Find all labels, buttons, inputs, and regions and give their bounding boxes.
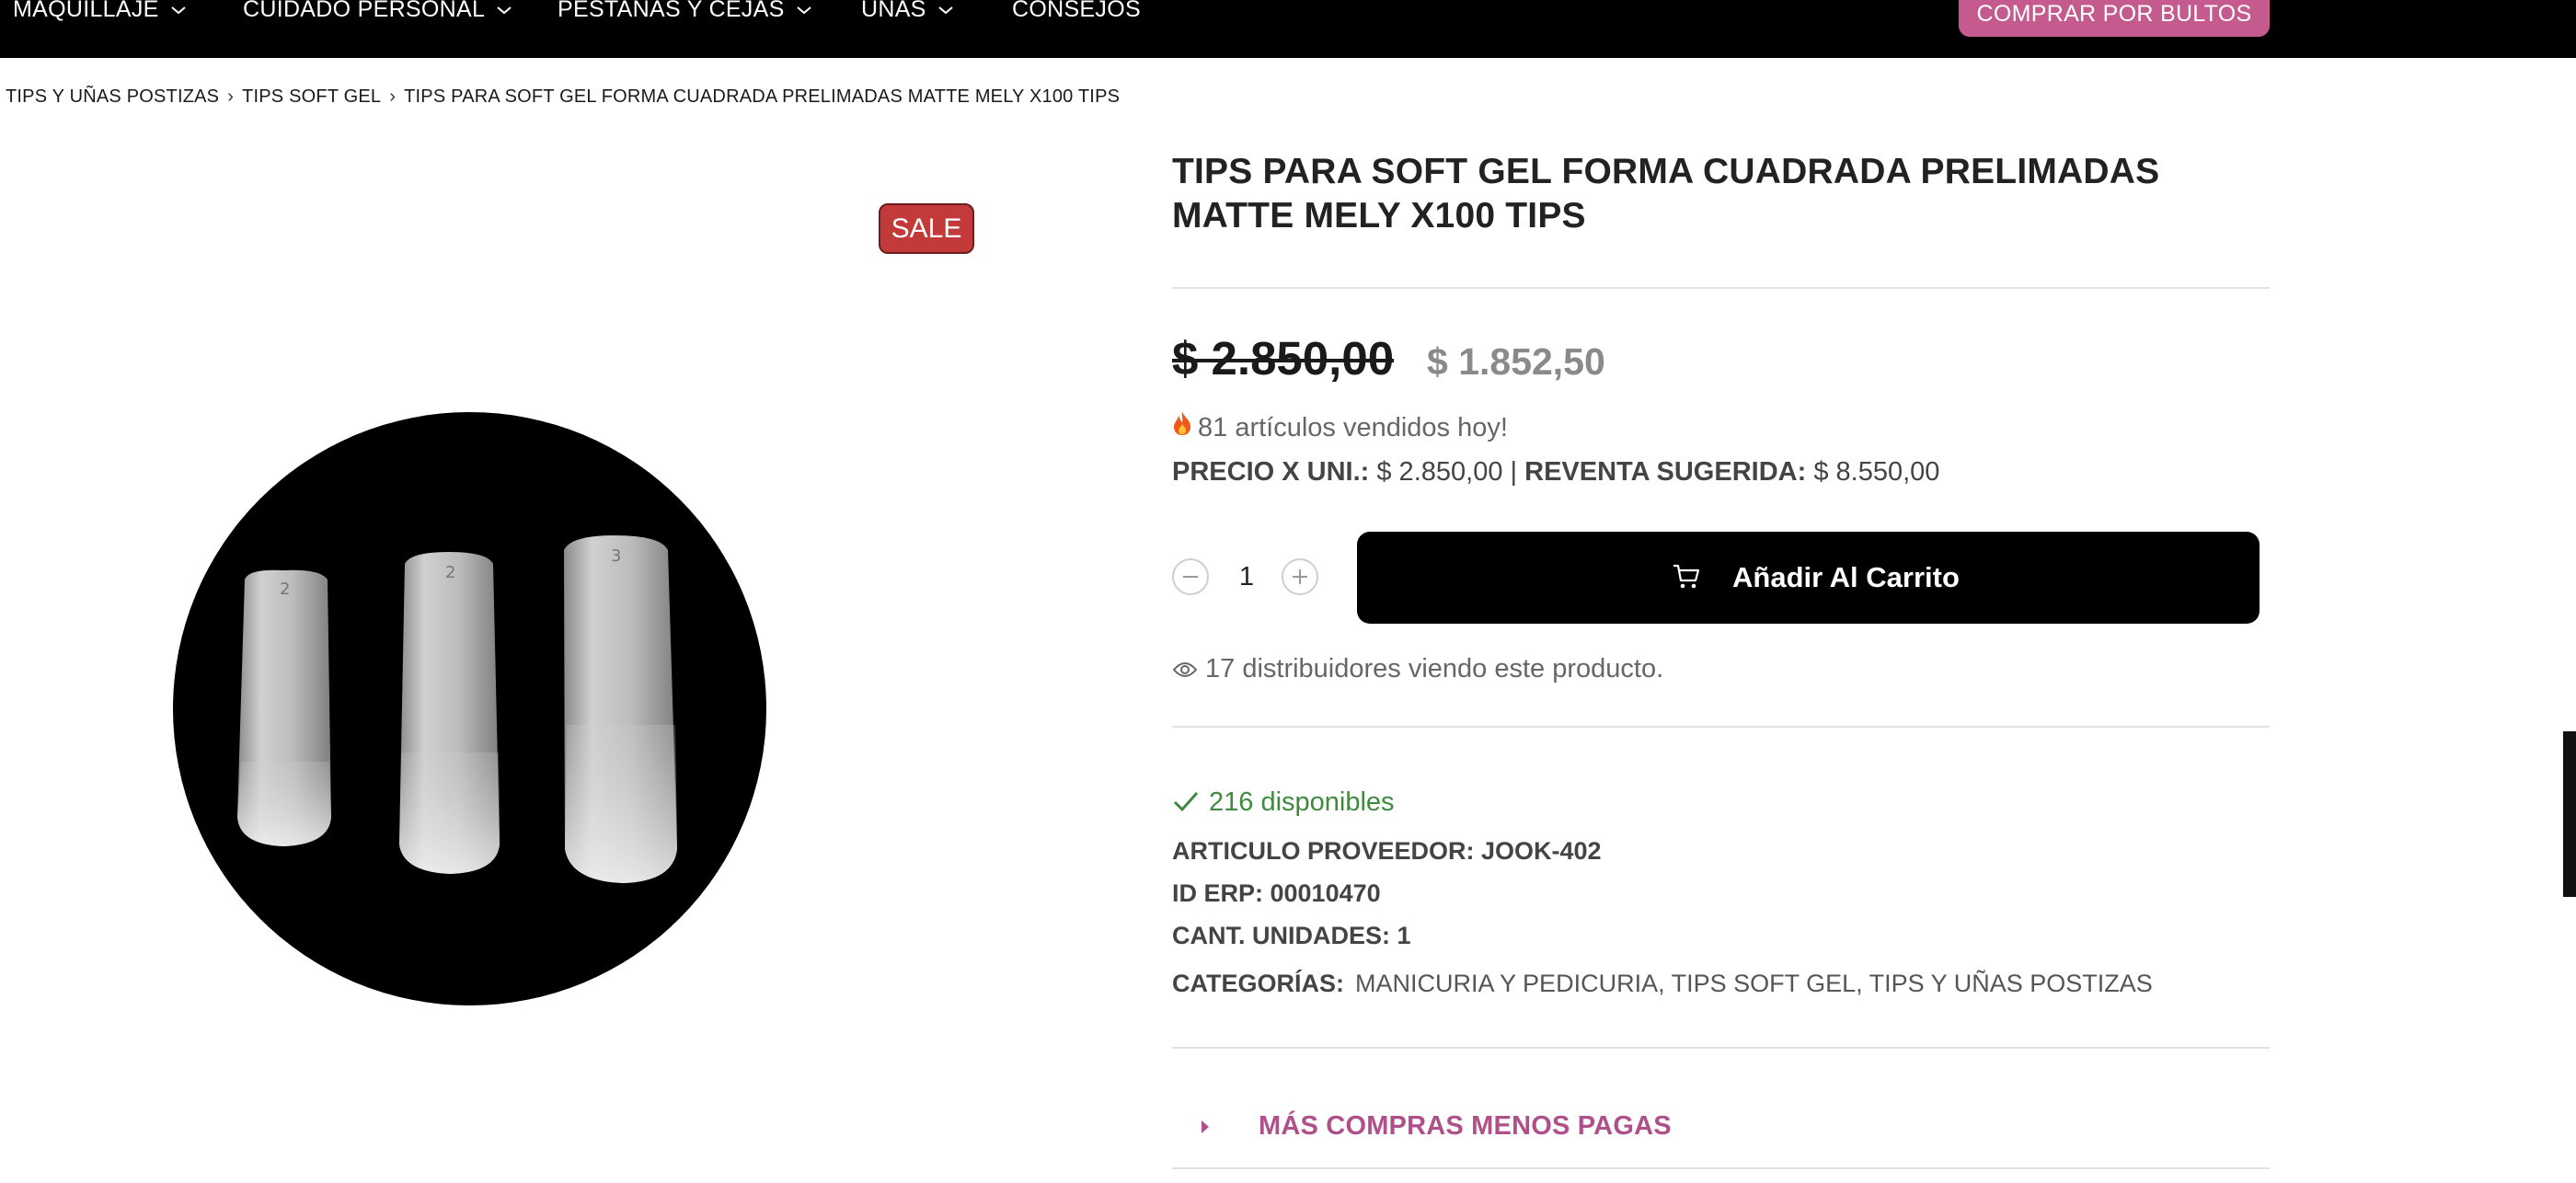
divider xyxy=(1172,1167,2270,1169)
viewers-text: 17 distribuidores viendo este producto. xyxy=(1172,654,1663,686)
nav-item-unas[interactable]: UÑAS xyxy=(861,0,954,26)
viewers-label: 17 distribuidores viendo este producto. xyxy=(1205,654,1664,683)
add-to-cart-button[interactable]: Añadir Al Carrito xyxy=(1357,532,2260,624)
sold-today-text: 81 artículos vendidos hoy! xyxy=(1172,410,1508,443)
svg-text:2: 2 xyxy=(280,580,290,599)
breadcrumb-link[interactable]: TIPS SOFT GEL xyxy=(242,86,381,107)
categories-label: CATEGORÍAS: xyxy=(1172,970,1344,997)
nav-item-label: UÑAS xyxy=(861,0,926,22)
resale-value: $ 8.550,00 xyxy=(1813,457,1940,487)
add-to-cart-label: Añadir Al Carrito xyxy=(1732,561,1960,593)
supplier-article: ARTICULO PROVEEDOR: JOOK-402 xyxy=(1172,837,1602,865)
svg-text:2: 2 xyxy=(445,563,455,582)
divider xyxy=(1172,1047,2270,1049)
chevron-down-icon xyxy=(496,5,512,16)
product-title: TIPS PARA SOFT GEL FORMA CUADRADA PRELIM… xyxy=(1172,152,2160,235)
nav-item-label: CUIDADO PERSONAL xyxy=(243,0,486,22)
check-icon xyxy=(1172,789,1200,821)
chevron-down-icon xyxy=(170,5,187,16)
nail-tips-illustration: 2 2 3 xyxy=(237,535,677,883)
sale-price: $ 1.852,50 xyxy=(1427,340,1605,383)
accordion-more-purchases[interactable]: MÁS COMPRAS MENOS PAGAS xyxy=(1259,1111,1672,1142)
breadcrumb-link[interactable]: TIPS Y UÑAS POSTIZAS xyxy=(6,86,219,107)
sold-today-label: 81 artículos vendidos hoy! xyxy=(1198,413,1508,442)
product-image[interactable]: 2 2 3 xyxy=(173,412,766,1005)
svg-text:3: 3 xyxy=(611,546,621,566)
buy-in-bulk-button[interactable]: COMPRAR POR BULTOS xyxy=(1959,0,2270,37)
nav-item-maquillaje[interactable]: MAQUILLAJE xyxy=(13,0,187,26)
sale-badge: SALE xyxy=(879,203,974,254)
nav-item-label: MAQUILLAJE xyxy=(13,0,159,22)
unit-price-line: PRECIO X UNI.: $ 2.850,00 | REVENTA SUGE… xyxy=(1172,457,1939,488)
eye-icon xyxy=(1172,656,1198,686)
stock-status: 216 disponibles xyxy=(1172,787,1395,821)
cart-icon xyxy=(1672,563,1701,598)
scrollbar-thumb[interactable] xyxy=(2563,731,2576,897)
nav-item-cuidado-personal[interactable]: CUIDADO PERSONAL xyxy=(243,0,512,26)
categories: CATEGORÍAS: MANICURIA Y PEDICURIA, TIPS S… xyxy=(1172,970,2153,998)
breadcrumb-separator-icon: › xyxy=(389,86,397,107)
divider xyxy=(1172,287,2270,289)
breadcrumb-separator-icon: › xyxy=(227,86,235,107)
divider xyxy=(1172,726,2270,728)
caret-right-icon[interactable] xyxy=(1199,1117,1212,1142)
unit-count: CANT. UNIDADES: 1 xyxy=(1172,922,1411,949)
quantity-value[interactable]: 1 xyxy=(1224,558,1270,595)
quantity-decrease-button[interactable] xyxy=(1172,558,1209,595)
quantity-increase-button[interactable] xyxy=(1282,558,1318,595)
nav-item-label: CONSEJOS xyxy=(1012,0,1141,22)
chevron-down-icon xyxy=(796,5,812,16)
minus-icon xyxy=(1183,576,1198,578)
resale-label: REVENTA SUGERIDA: xyxy=(1524,457,1807,487)
price-divider: | xyxy=(1510,457,1518,487)
fire-icon xyxy=(1172,410,1192,443)
breadcrumb-current: TIPS PARA SOFT GEL FORMA CUADRADA PRELIM… xyxy=(404,86,1121,107)
breadcrumb: TIPS Y UÑAS POSTIZAS › TIPS SOFT GEL › TIPS … xyxy=(6,83,1120,110)
top-navigation: MAQUILLAJE CUIDADO PERSONAL PESTAÑAS Y C… xyxy=(0,0,2576,58)
erp-id: ID ERP: 00010470 xyxy=(1172,879,1381,907)
nav-item-pestanas-y-cejas[interactable]: PESTAÑAS Y CEJAS xyxy=(558,0,812,26)
categories-links[interactable]: MANICURIA Y PEDICURIA, TIPS SOFT GEL, TI… xyxy=(1355,970,2153,997)
nav-item-label: PESTAÑAS Y CEJAS xyxy=(558,0,785,22)
chevron-down-icon xyxy=(937,5,954,16)
unit-price-value: $ 2.850,00 xyxy=(1376,457,1503,487)
plus-icon xyxy=(1293,569,1307,584)
original-price: $ 2.850,00 xyxy=(1172,332,1395,385)
unit-price-label: PRECIO X UNI.: xyxy=(1172,457,1370,487)
stock-label: 216 disponibles xyxy=(1209,787,1395,817)
nav-item-consejos[interactable]: CONSEJOS xyxy=(1012,0,1141,26)
